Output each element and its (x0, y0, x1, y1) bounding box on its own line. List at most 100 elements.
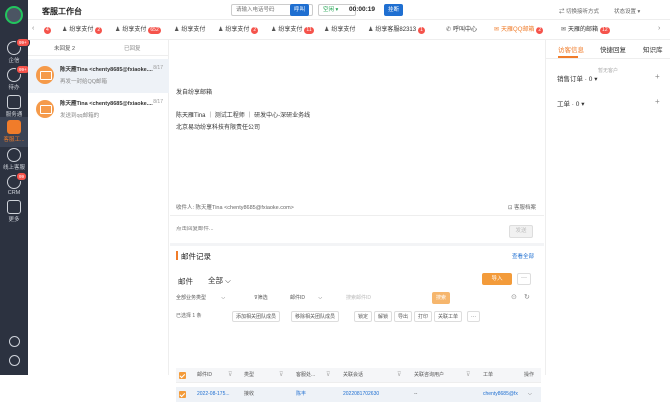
hangup-button[interactable]: 挂断 (384, 4, 404, 16)
column-header[interactable]: 类型 (244, 368, 254, 383)
more-batch-actions-button[interactable]: ··· (467, 311, 480, 322)
tabs-overflow-count[interactable]: 4 (42, 24, 51, 36)
gear-icon (8, 336, 20, 347)
reply-mail-input[interactable] (176, 226, 496, 232)
tab-badge: 12 (600, 27, 610, 34)
column-header[interactable]: 关联会话 (343, 368, 363, 383)
add-sales-order-icon[interactable]: + (655, 72, 660, 81)
profile-label: 客服档案 (513, 205, 536, 211)
column-filter-icon[interactable]: ⊽ (397, 368, 401, 383)
nav-badge: 99 (16, 172, 28, 181)
import-button[interactable]: 导入 (482, 273, 512, 285)
search-button[interactable]: 搜索 (432, 292, 450, 304)
link-ticket-button[interactable]: 关联工单 (434, 311, 463, 322)
customer-icon: ♟ (368, 27, 374, 33)
settings-button[interactable] (0, 336, 28, 347)
scope-label: 全部 (208, 276, 223, 285)
column-filter-icon[interactable]: ⊽ (466, 368, 470, 383)
nav-item-service-link[interactable]: 服务通 (0, 95, 28, 118)
tab-session-5[interactable]: ♟ 纷享支付 11 (271, 24, 314, 36)
contacts-button[interactable] (0, 355, 28, 366)
row-checkbox[interactable] (179, 391, 186, 398)
customer-icon: ♟ (115, 27, 121, 33)
row-action-chevron-icon[interactable]: ⌵ (528, 387, 532, 402)
lock-button[interactable]: 锁定 (354, 311, 373, 322)
table-row[interactable]: 2022-08-175... 接收 陈丰 2022081702630 -- ch… (176, 387, 541, 402)
tab-session-2[interactable]: ♟ 纷享支付 652 (115, 24, 161, 36)
add-work-order-icon[interactable]: + (655, 97, 660, 106)
nav-item-service-desk[interactable]: 客服工... (0, 120, 28, 143)
mail-id-search-input[interactable]: 搜索邮件ID (346, 292, 426, 304)
nav-item-online-service[interactable]: 线上客服 (0, 148, 28, 171)
status-setting-link[interactable]: 状态设置 ▾ (614, 7, 640, 15)
tab-visitor-info[interactable]: 访客信息 (558, 44, 584, 54)
tab-session-1[interactable]: ♟ 纷享支付 2 (62, 24, 103, 36)
nav-item-crm[interactable]: 99 CRM (0, 172, 28, 196)
nav-item-more[interactable]: 更多 (0, 200, 28, 223)
filter-label: 筛选 (257, 295, 268, 301)
add-team-member-button[interactable]: 添加相关团队成员 (232, 311, 281, 322)
ticket-cell[interactable]: chenty8685@fx (483, 387, 518, 402)
filter-button[interactable]: ⊽筛选 (254, 292, 268, 304)
mail-id-cell[interactable]: 2022-08-175... (197, 387, 230, 402)
send-button[interactable]: 发送 (509, 225, 533, 238)
column-filter-icon[interactable]: ⊽ (279, 368, 283, 383)
tab-label: 纷享支付 (225, 27, 250, 33)
chevron-down-icon: ▾ (581, 101, 585, 108)
tab-label: 呼叫中心 (453, 27, 478, 33)
tab-my-mailbox[interactable]: ✉ 天雁的邮箱 12 (561, 24, 610, 36)
call-button[interactable]: 呼叫 (290, 4, 310, 16)
nav-label: 更多 (8, 217, 20, 223)
nav-item-todo[interactable]: 99+ 待办 (0, 65, 30, 91)
nav-item-enterprise-chat[interactable]: 99+ 企信 (0, 38, 30, 64)
tab-call-center[interactable]: ✆ 呼叫中心 (446, 24, 477, 36)
column-header[interactable]: 邮件ID (197, 368, 212, 383)
search-field-select[interactable]: 邮件ID ⌵ (290, 292, 340, 304)
mail-list-item[interactable]: 陈天雁Tina <chenty8685@fxiaoke.... 8/17 再发一… (28, 59, 169, 93)
tab-session-7[interactable]: ♟ 纷享客服82313 1 (368, 24, 425, 36)
tab-session-3[interactable]: ♟ 纷享支付 (174, 24, 205, 36)
more-actions-button[interactable]: ··· (517, 273, 531, 285)
user-cell: -- (414, 391, 418, 397)
mail-list-item[interactable]: 陈天雁Tina <chenty8685@fxiaoke.... 8/17 发送到… (28, 93, 169, 127)
mail-date: 8/17 (153, 99, 163, 105)
tab-knowledge-base[interactable]: 知识库 (643, 44, 663, 54)
handler-cell[interactable]: 陈丰 (296, 387, 306, 402)
tab-unreplied[interactable]: 未回复 2 (54, 44, 75, 52)
mail-list-panel: 未回复 2 已回复 陈天雁Tina <chenty8685@fxiaoke...… (28, 40, 169, 375)
refresh-icon[interactable]: ↻ (524, 292, 530, 304)
section-accent-bar (176, 251, 178, 260)
column-filter-icon[interactable]: ⊽ (228, 368, 232, 383)
customer-icon: ♟ (271, 27, 277, 33)
nav-label: 客服工... (3, 137, 25, 143)
customer-profile-link[interactable]: ⊡ 客服档案 (508, 203, 536, 211)
column-settings-icon[interactable]: ⊙ (511, 292, 517, 304)
tabs-next-arrow-icon[interactable]: › (658, 25, 660, 32)
tabs-prev-arrow-icon[interactable]: ‹ (32, 25, 34, 32)
remove-team-member-button[interactable]: 移除相关团队成员 (291, 311, 340, 322)
tab-label: 纷享支付 (69, 27, 94, 33)
export-button[interactable]: 导出 (394, 311, 413, 322)
scope-select[interactable]: 全部 ⌵ (208, 275, 231, 286)
user-avatar[interactable] (5, 6, 23, 24)
records-object-label: 邮件 (178, 277, 193, 286)
column-header[interactable]: 客服处... (296, 368, 315, 383)
tab-qq-mailbox[interactable]: ✉ 天雁QQ邮箱 2 (494, 24, 544, 36)
customer-icon: ♟ (324, 27, 330, 33)
unlock-button[interactable]: 解锁 (374, 311, 393, 322)
tab-quick-reply[interactable]: 快捷回复 (600, 44, 626, 54)
session-cell[interactable]: 2022081702630 (343, 387, 379, 402)
switch-answer-mode-link[interactable]: ⇄ 切换接听方式 (559, 7, 599, 15)
tab-session-6[interactable]: ♟ 纷享支付 (324, 24, 355, 36)
tab-session-4[interactable]: ♟ 纷享支付 2 (218, 24, 259, 36)
column-header[interactable]: 工单 (483, 368, 493, 383)
column-header[interactable]: 关联咨询用户 (414, 368, 444, 383)
sales-order-section[interactable]: 销售订单 · 0 ▾ (557, 73, 597, 83)
select-all-checkbox[interactable] (179, 372, 186, 379)
column-filter-icon[interactable]: ⊽ (326, 368, 330, 383)
view-all-link[interactable]: 查看全部 (512, 252, 534, 260)
tab-replied[interactable]: 已回复 (124, 44, 141, 52)
work-order-section[interactable]: 工单 · 0 ▾ (557, 98, 584, 108)
business-type-select[interactable]: 全部业务类型 ⌵ (176, 292, 246, 304)
print-button[interactable]: 打印 (414, 311, 433, 322)
